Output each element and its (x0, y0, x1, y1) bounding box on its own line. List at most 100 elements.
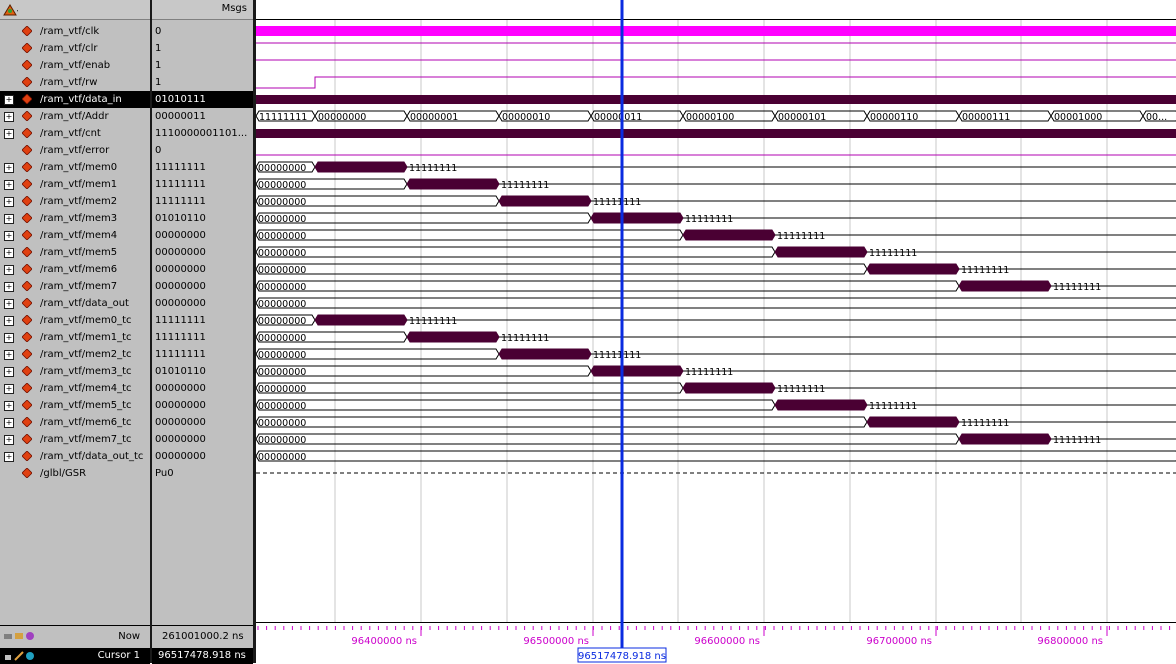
expand-toggle-icon[interactable]: + (4, 95, 14, 105)
bus-segment (256, 246, 776, 258)
expand-toggle-icon[interactable]: + (4, 282, 14, 292)
expand-toggle-icon[interactable]: + (4, 163, 14, 173)
signal-row[interactable]: + /ram_vtf/cnt (0, 125, 150, 142)
signal-row[interactable]: + /ram_vtf/Addr (0, 108, 150, 125)
expand-toggle-icon[interactable]: + (4, 333, 14, 343)
signal-diamond-icon (22, 230, 32, 240)
signal-diamond-icon (22, 298, 32, 308)
now-label: Now (118, 631, 140, 642)
expand-toggle-icon[interactable]: + (4, 248, 14, 258)
mem-zero-label: 00000000 (258, 333, 306, 344)
expand-toggle-icon[interactable]: + (4, 435, 14, 445)
signal-row[interactable]: + /ram_vtf/mem0_tc (0, 312, 150, 329)
signal-row[interactable]: /ram_vtf/error (0, 142, 150, 159)
mem-ones-label: 11111111 (501, 333, 549, 344)
signal-row[interactable]: /ram_vtf/clk (0, 23, 150, 40)
timeline-ruler[interactable]: 96400000 ns 96500000 ns 96600000 ns 9670000… (256, 622, 1176, 663)
signal-row[interactable]: + /ram_vtf/data_out_tc (0, 448, 150, 465)
expand-toggle-icon[interactable]: + (4, 129, 14, 139)
signal-value: 11111111 (155, 179, 206, 190)
signal-row[interactable]: /ram_vtf/clr (0, 40, 150, 57)
signal-row[interactable]: + /ram_vtf/mem4 (0, 227, 150, 244)
expand-toggle-icon[interactable]: + (4, 299, 14, 309)
expand-toggle-icon[interactable]: + (4, 418, 14, 428)
data-out-label: 00000000 (258, 299, 306, 310)
bus-segment (256, 433, 960, 445)
mem-zero-label: 00000000 (258, 282, 306, 293)
signal-row[interactable]: + /ram_vtf/mem2_tc (0, 346, 150, 363)
waveform-canvas[interactable]: 11111111 00000000 00000001 00000010 00000011… (256, 0, 1176, 622)
signal-name: /ram_vtf/mem4_tc (40, 383, 132, 394)
signal-row[interactable]: + /ram_vtf/mem4_tc (0, 380, 150, 397)
signal-diamond-icon (22, 349, 32, 359)
expand-toggle-icon[interactable]: + (4, 316, 14, 326)
signal-name: /ram_vtf/mem7 (40, 281, 118, 292)
signal-value: 00000000 (155, 281, 206, 292)
expand-toggle-icon[interactable]: + (4, 401, 14, 411)
expand-toggle-icon[interactable]: + (4, 180, 14, 190)
toolbar-icon-b[interactable] (14, 631, 24, 641)
signal-row[interactable]: + /ram_vtf/mem7 (0, 278, 150, 295)
signal-row[interactable]: + /ram_vtf/mem5_tc (0, 397, 150, 414)
bus-filled-segment (406, 178, 500, 190)
cursor-pencil-icon[interactable] (14, 651, 24, 661)
cursor-row[interactable]: Cursor 1 (0, 648, 150, 664)
expand-toggle-icon[interactable]: + (4, 197, 14, 207)
bus-filled-segment (958, 433, 1052, 445)
timeline-tick-label: 96500000 ns (523, 636, 589, 647)
signal-diamond-icon (22, 451, 32, 461)
cursor-value: 96517478.918 ns (158, 650, 246, 661)
signal-diamond-icon (22, 77, 32, 87)
signal-row[interactable]: + /ram_vtf/mem6_tc (0, 414, 150, 431)
signal-row[interactable]: /ram_vtf/rw (0, 74, 150, 91)
expand-toggle-icon[interactable]: + (4, 384, 14, 394)
signal-name: /ram_vtf/mem5 (40, 247, 118, 258)
bus-segment (256, 280, 960, 292)
signal-name: /ram_vtf/cnt (40, 128, 101, 139)
mem-zero-label: 00000000 (258, 163, 306, 174)
addr-value-label: 00... (1146, 112, 1167, 123)
bus-filled-segment (866, 416, 960, 428)
signal-row[interactable]: + /ram_vtf/mem3_tc (0, 363, 150, 380)
signal-row[interactable]: + /ram_vtf/mem5 (0, 244, 150, 261)
toolbar-icon-c[interactable] (25, 631, 35, 641)
signal-diamond-icon (22, 179, 32, 189)
signal-row[interactable]: /glbl/GSR (0, 465, 150, 482)
signal-row[interactable]: + /ram_vtf/mem0 (0, 159, 150, 176)
toolbar-icon-a[interactable] (3, 631, 13, 641)
signal-diamond-icon (22, 332, 32, 342)
signal-row[interactable]: + /ram_vtf/mem7_tc (0, 431, 150, 448)
mem-ones-label: 11111111 (777, 384, 825, 395)
signal-value: 00000000 (155, 451, 206, 462)
cursor-delete-icon[interactable] (25, 651, 35, 661)
signal-name: /ram_vtf/mem3 (40, 213, 118, 224)
expand-toggle-icon[interactable]: + (4, 367, 14, 377)
wave-window-logo-icon[interactable] (2, 3, 18, 17)
expand-toggle-icon[interactable]: + (4, 350, 14, 360)
mem-ones-label: 11111111 (685, 214, 733, 225)
signal-diamond-icon (22, 400, 32, 410)
signal-row[interactable]: + /ram_vtf/mem1 (0, 176, 150, 193)
addr-value-label: 00000011 (594, 112, 642, 123)
values-header: Msgs (152, 0, 253, 20)
signal-name: /ram_vtf/mem2 (40, 196, 118, 207)
expand-toggle-icon[interactable]: + (4, 214, 14, 224)
signal-value: 00000000 (155, 230, 206, 241)
timeline-tick-label: 96400000 ns (351, 636, 417, 647)
signal-row[interactable]: + /ram_vtf/mem6 (0, 261, 150, 278)
expand-toggle-icon[interactable]: + (4, 265, 14, 275)
signal-row[interactable]: + /ram_vtf/data_in (0, 91, 150, 108)
expand-toggle-icon[interactable]: + (4, 112, 14, 122)
signal-row[interactable]: + /ram_vtf/mem2 (0, 193, 150, 210)
signal-diamond-icon (22, 145, 32, 155)
signal-row[interactable]: + /ram_vtf/mem1_tc (0, 329, 150, 346)
mem-zero-label: 00000000 (258, 350, 306, 361)
cursor-lock-icon[interactable] (3, 651, 13, 661)
signal-row[interactable]: + /ram_vtf/mem3 (0, 210, 150, 227)
expand-toggle-icon[interactable]: + (4, 231, 14, 241)
mem-ones-label: 11111111 (593, 197, 641, 208)
signal-name: /ram_vtf/mem3_tc (40, 366, 132, 377)
signal-row[interactable]: + /ram_vtf/data_out (0, 295, 150, 312)
signal-row[interactable]: /ram_vtf/enab (0, 57, 150, 74)
expand-toggle-icon[interactable]: + (4, 452, 14, 462)
